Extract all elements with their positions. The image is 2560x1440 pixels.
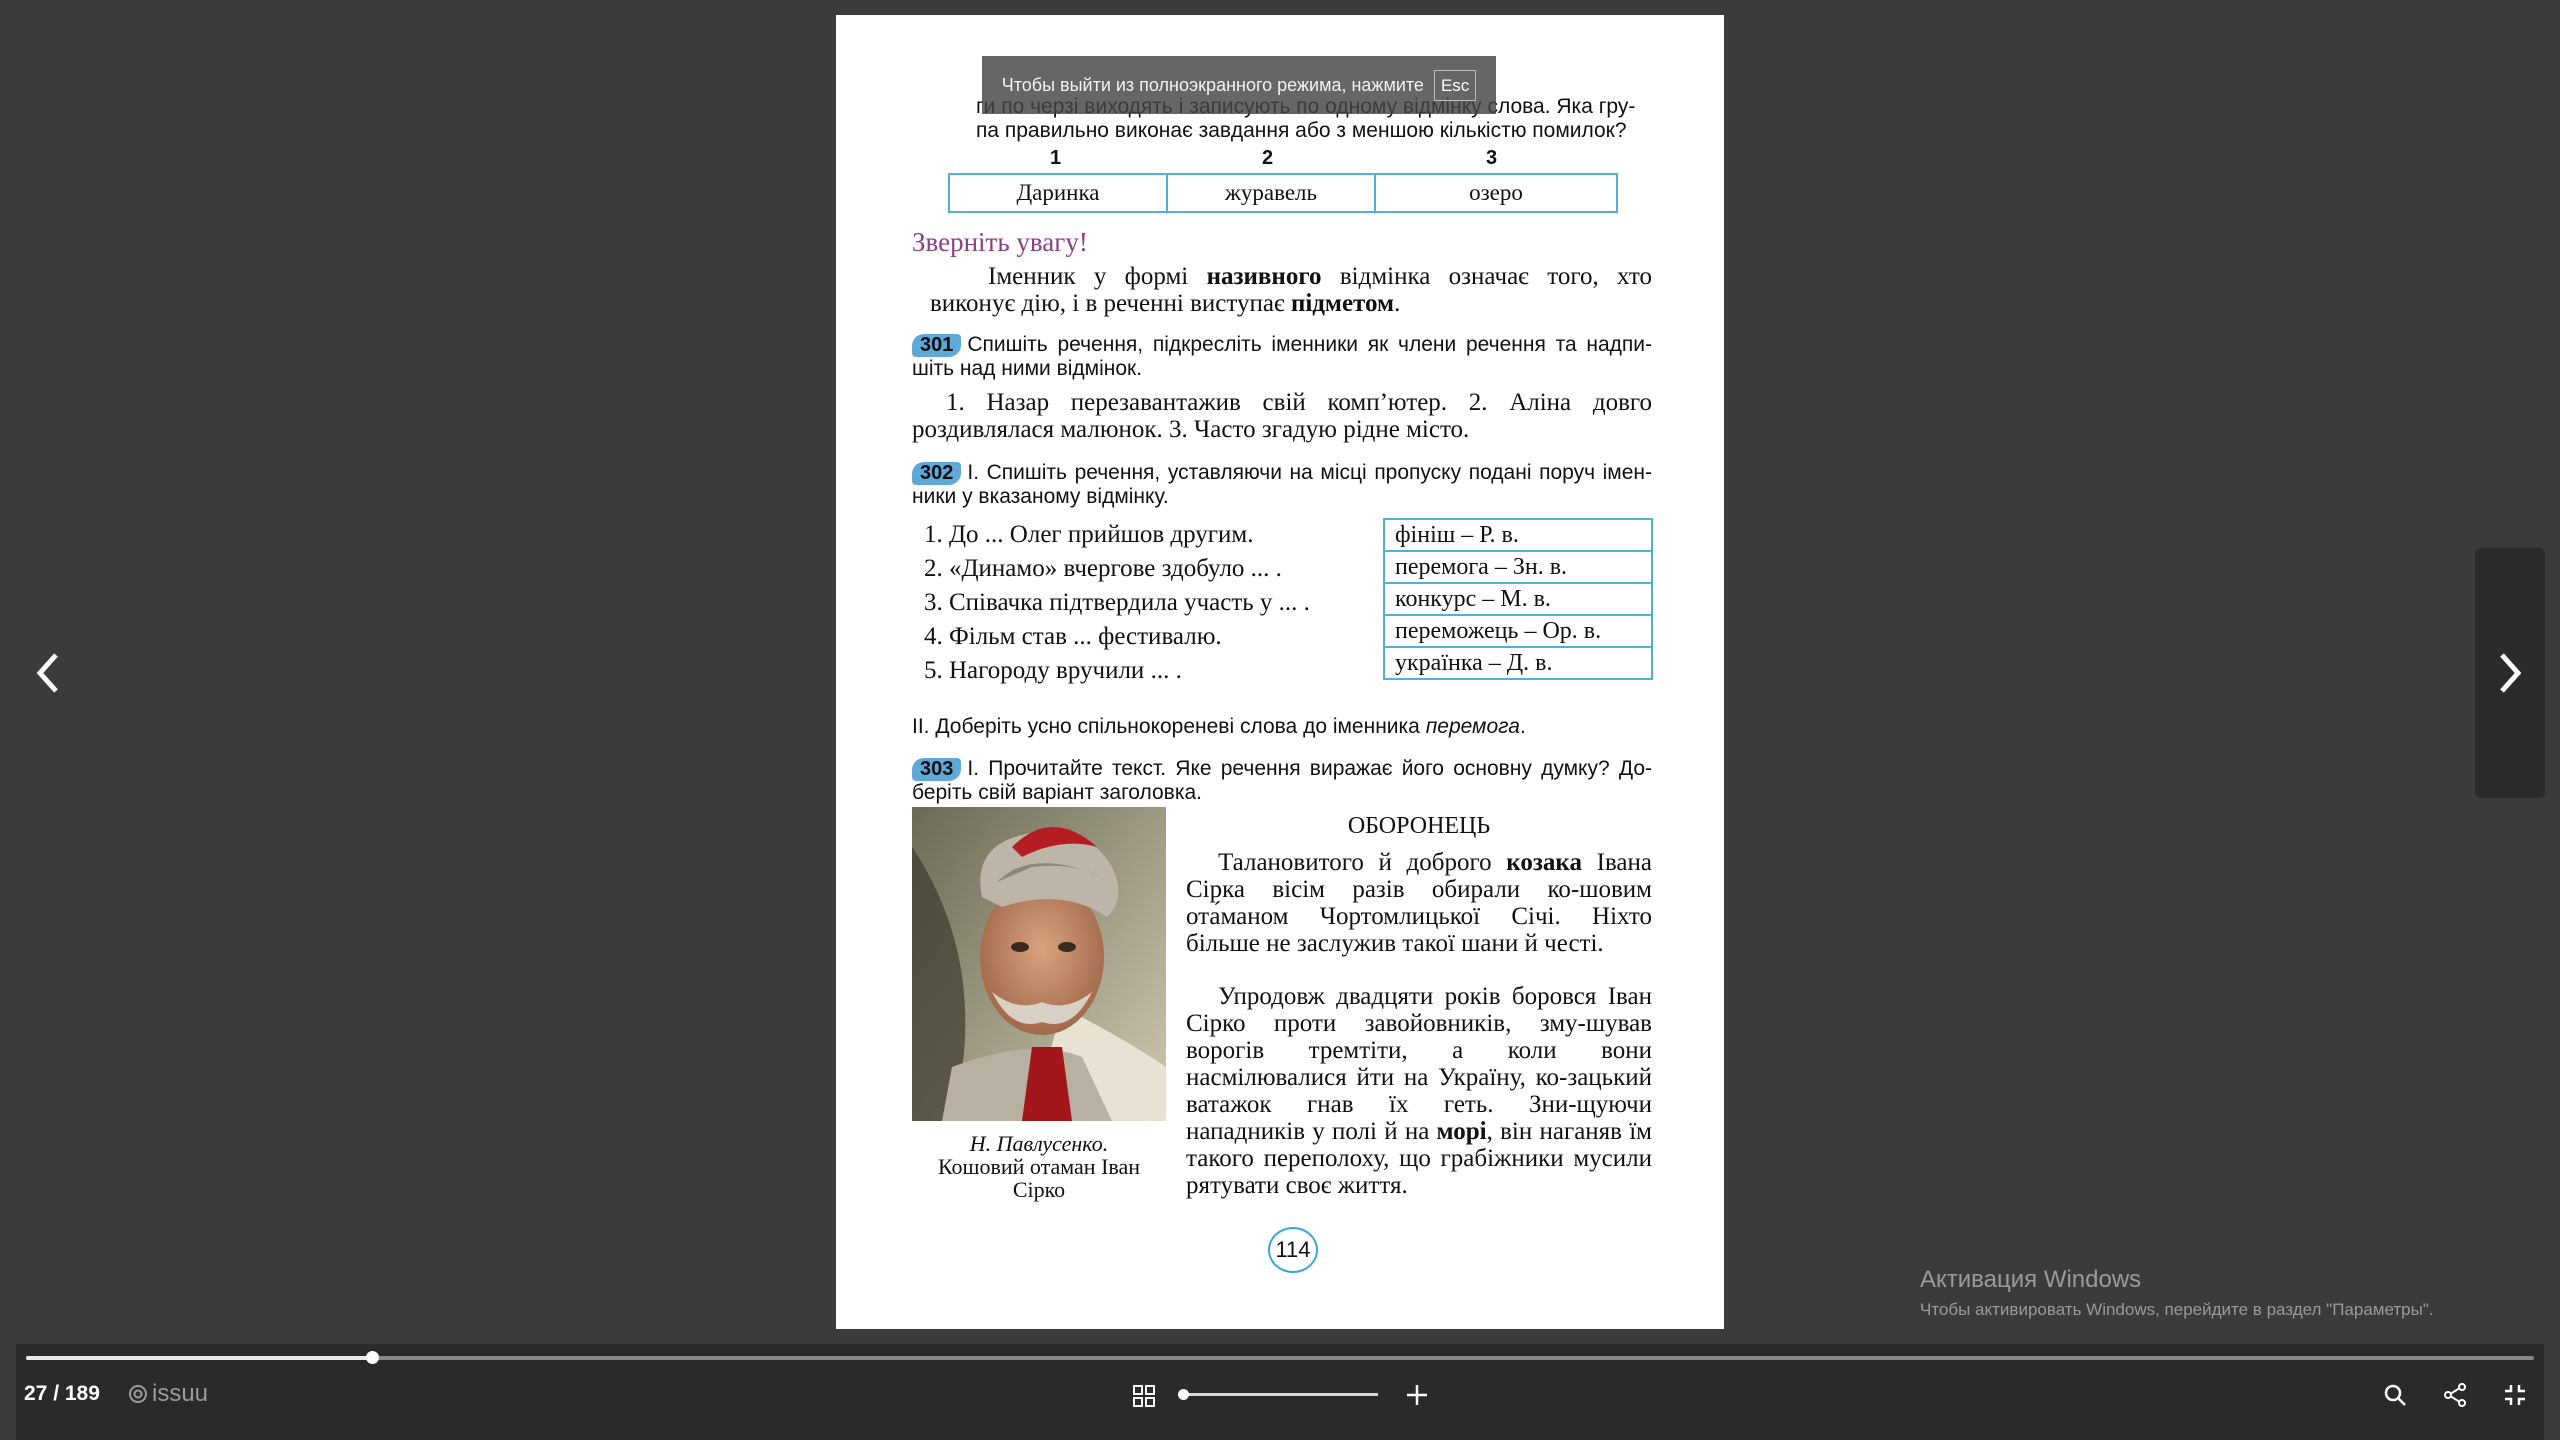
- exercise-302-part2: ІІ. Доберіть усно спільнокореневі слова …: [912, 715, 1652, 738]
- paragraph-bold: козака: [1506, 849, 1582, 876]
- table-cell: конкурс – М. в.: [1383, 582, 1653, 616]
- word-form-table: фініш – Р. в. перемога – Зн. в. конкурс …: [1383, 518, 1653, 680]
- part2-italic: перемога: [1425, 715, 1520, 738]
- exercise-number-badge: 302: [912, 462, 962, 485]
- column-number-3: 3: [1486, 147, 1498, 169]
- paragraph-text: Талановитого й доброго: [1218, 849, 1507, 876]
- exercise-301-text: 1. Назар перезавантажив свій комп’ютер. …: [912, 389, 1652, 443]
- sentence-item: 2. «Динамо» вчергове здобуло ... .: [924, 555, 1282, 582]
- previous-page-button[interactable]: [28, 645, 68, 701]
- progress-thumb[interactable]: [366, 1351, 380, 1364]
- table-cell: журавель: [1166, 173, 1376, 213]
- sentence-item: 5. Нагороду вручили ... .: [924, 657, 1182, 684]
- cossack-portrait-image: [912, 807, 1166, 1121]
- paragraph-bold: морі: [1436, 1118, 1487, 1145]
- progress-fill: [26, 1356, 373, 1360]
- top-line-2: па правильно виконає завдання або з менш…: [976, 119, 1627, 142]
- zoom-in-button[interactable]: [1404, 1382, 1430, 1408]
- zoom-slider[interactable]: [1178, 1388, 1382, 1402]
- instruction-text: Спишіть речення, підкресліть іменники як…: [912, 333, 1652, 380]
- attention-text: .: [1394, 290, 1401, 317]
- issuu-logo[interactable]: issuu: [128, 1380, 208, 1408]
- document-page: Чтобы выйти из полноэкранного режима, на…: [836, 15, 1724, 1329]
- word-table: Даринка журавель озеро: [948, 173, 1618, 213]
- sentence-item: 4. Фільм став ... фестивалю.: [924, 623, 1222, 650]
- exercise-number-badge: 301: [912, 334, 962, 357]
- attention-heading: Зверніть увагу!: [912, 227, 1088, 257]
- attention-bold-2: підметом: [1290, 290, 1395, 317]
- caption-title: Кошовий отаман Іван Сірко: [937, 1154, 1141, 1202]
- issuu-logo-text: issuu: [152, 1380, 209, 1407]
- search-button[interactable]: [2382, 1382, 2408, 1408]
- windows-activation-title: Активация Windows: [1920, 1266, 2142, 1293]
- page-progress-slider[interactable]: [26, 1351, 2534, 1364]
- text-paragraph-1: Талановитого й доброго козака Івана Сірк…: [1186, 849, 1652, 957]
- exercise-301-instruction: 301 Спишіть речення, підкресліть іменники…: [912, 333, 1652, 380]
- windows-activation-subtitle: Чтобы активировать Windows, перейдите в …: [1920, 1300, 2434, 1319]
- attention-text: Іменник у формі: [988, 263, 1207, 290]
- exit-fullscreen-icon: [2505, 1385, 2525, 1405]
- exercise-303-instruction: 303 І. Прочитайте текст. Яке речення вира…: [912, 757, 1652, 804]
- column-number-1: 1: [1050, 147, 1062, 169]
- text-title: ОБОРОНЕЦЬ: [1347, 813, 1491, 839]
- table-cell: озеро: [1374, 173, 1618, 213]
- table-cell: перемога – Зн. в.: [1383, 550, 1653, 584]
- share-button[interactable]: [2442, 1382, 2468, 1408]
- exercise-number-badge: 303: [912, 758, 962, 781]
- part2-text: ІІ. Доберіть усно спільнокореневі слова …: [912, 715, 1426, 738]
- table-cell: переможець – Ор. в.: [1383, 614, 1653, 648]
- chevron-right-icon: [2500, 653, 2522, 693]
- sentence-item: 3. Співачка підтвердила участь у ... .: [924, 589, 1310, 616]
- viewer-toolbar: 27 / 189 issuu: [16, 1344, 2544, 1440]
- text-paragraph-2: Упродовж двадцяти років боровся Іван Сір…: [1186, 983, 1652, 1199]
- issuu-logo-icon: [129, 1385, 147, 1403]
- search-icon: [2384, 1384, 2406, 1406]
- toast-text: Чтобы выйти из полноэкранного режима, на…: [1001, 74, 1424, 95]
- thumbnails-button[interactable]: [1132, 1384, 1156, 1408]
- chevron-left-icon: [36, 653, 58, 693]
- page-counter: 27 / 189: [24, 1382, 100, 1405]
- fullscreen-toast: Чтобы выйти из полноэкранного режима, на…: [982, 56, 1496, 114]
- plus-icon: [1407, 1385, 1427, 1405]
- table-cell: Даринка: [948, 173, 1168, 213]
- zoom-thumb[interactable]: [1178, 1389, 1189, 1400]
- zoom-track: [1182, 1393, 1378, 1396]
- column-number-2: 2: [1262, 147, 1274, 169]
- attention-paragraph: Іменник у формі називного відмінка означ…: [930, 263, 1652, 317]
- part2-text: .: [1519, 715, 1526, 738]
- instruction-text: І. Прочитайте текст. Яке речення виражає…: [912, 757, 1652, 804]
- next-page-button[interactable]: [2475, 548, 2545, 798]
- exercise-302-instruction: 302 І. Спишіть речення, уставляючи на міс…: [912, 461, 1652, 508]
- page-number: 114: [1268, 1227, 1318, 1273]
- table-cell: фініш – Р. в.: [1383, 518, 1653, 552]
- table-cell: українка – Д. в.: [1383, 646, 1653, 680]
- exit-fullscreen-button[interactable]: [2502, 1382, 2528, 1408]
- share-icon: [2444, 1383, 2466, 1407]
- sentence-item: 1. До ... Олег прийшов другим.: [924, 521, 1254, 548]
- attention-bold-1: називного: [1206, 263, 1322, 290]
- grid-icon: [1133, 1385, 1155, 1407]
- esc-key: Esc: [1433, 69, 1477, 101]
- instruction-text: І. Спишіть речення, уставляючи на місці …: [912, 461, 1652, 508]
